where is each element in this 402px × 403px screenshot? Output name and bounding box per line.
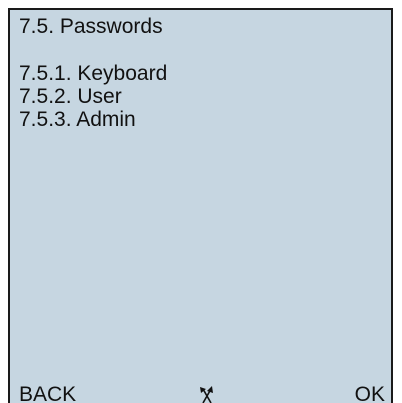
- menu-item-admin[interactable]: 7.5.3. Admin: [10, 108, 167, 131]
- back-softkey[interactable]: BACK: [19, 384, 76, 403]
- ok-softkey[interactable]: OK: [355, 384, 385, 403]
- password-menu: 7.5.1. Keyboard 7.5.2. User 7.5.3. Admin: [10, 62, 167, 131]
- softkey-bar: BACK OK: [10, 384, 391, 403]
- page-title: 7.5. Passwords: [19, 15, 163, 38]
- up-down-arrows-icon[interactable]: [195, 385, 219, 403]
- menu-item-keyboard[interactable]: 7.5.1. Keyboard: [10, 62, 167, 85]
- lcd-display: 7.5. Passwords 7.5.1. Keyboard 7.5.2. Us…: [8, 8, 393, 403]
- device-screen: 7.5. Passwords 7.5.1. Keyboard 7.5.2. Us…: [0, 0, 402, 403]
- menu-item-user[interactable]: 7.5.2. User: [10, 85, 167, 108]
